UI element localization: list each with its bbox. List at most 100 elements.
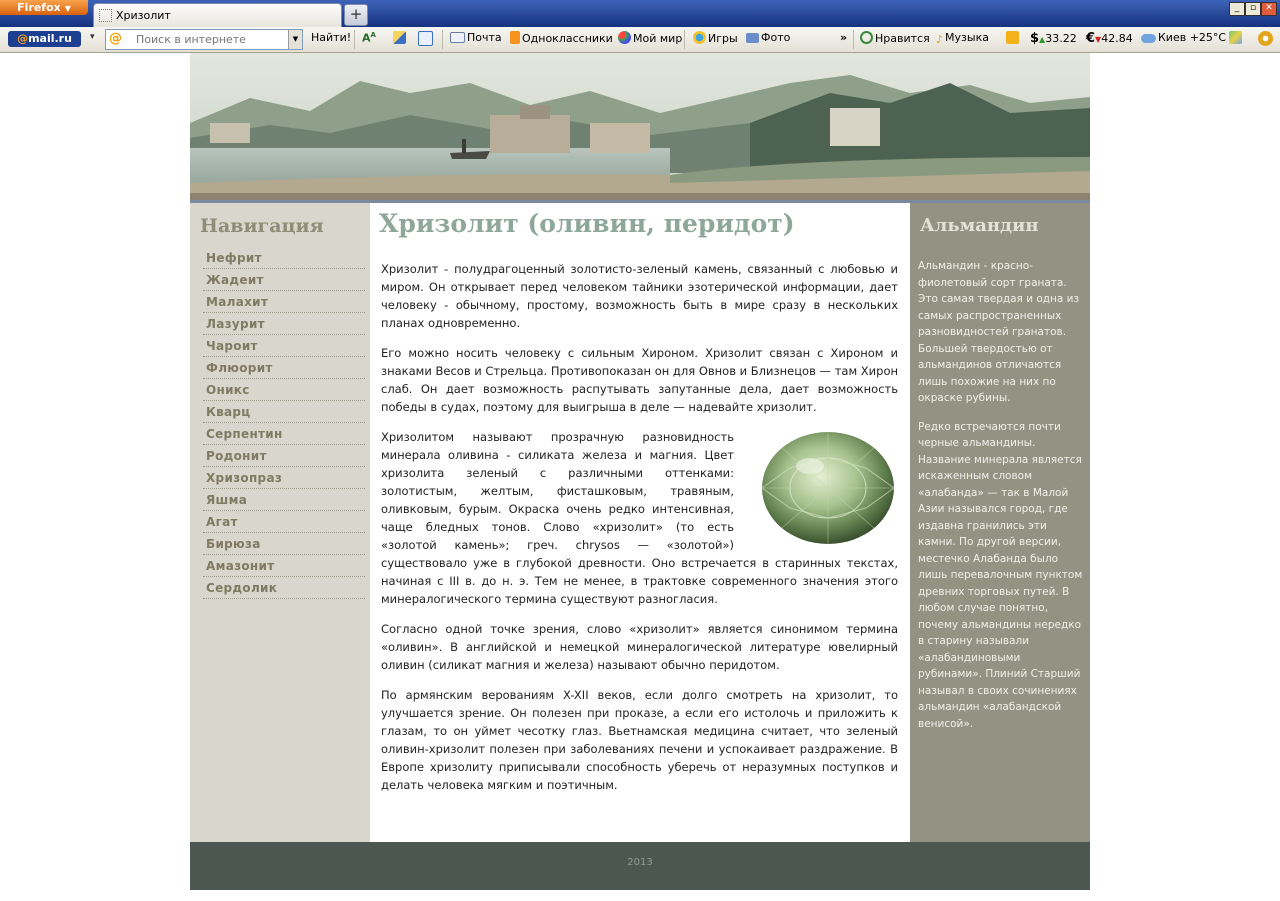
my-world-label: Мой мир <box>633 32 683 45</box>
header-banner-image <box>190 53 1090 200</box>
nav-item: Лазурит <box>203 314 365 335</box>
nav-link-rodonit[interactable]: Родонит <box>203 446 365 466</box>
toolbar-divider <box>354 30 355 49</box>
search-box: @ ▼ <box>105 29 303 50</box>
my-world-link[interactable]: Мой мир <box>618 31 682 45</box>
settings-gear-icon[interactable] <box>1258 31 1275 47</box>
highlighter-icon[interactable] <box>393 31 408 45</box>
chrysolite-gem-image <box>748 428 898 550</box>
nav-link-biryuza[interactable]: Бирюза <box>203 534 365 554</box>
firefox-menu-label: Firefox <box>17 1 61 14</box>
usd-value: 33.22 <box>1045 32 1077 45</box>
nav-title: Навигация <box>200 215 324 237</box>
nav-item: Жадеит <box>203 270 365 291</box>
new-tab-button[interactable]: + <box>344 4 368 26</box>
nav-link-malakhit[interactable]: Малахит <box>203 292 365 312</box>
article-body: Хризолит - полудрагоценный золотисто-зел… <box>381 260 898 806</box>
restore-button[interactable]: ▫ <box>1245 2 1261 16</box>
toolbar-divider <box>853 30 854 49</box>
toolbar-divider <box>684 30 685 49</box>
weather-label: Киев +25°С <box>1158 31 1227 44</box>
nav-item: Флюорит <box>203 358 365 379</box>
music-link[interactable]: ♪ Музыка <box>936 31 989 46</box>
article-paragraph: Хризолит - полудрагоценный золотисто-зел… <box>381 262 898 330</box>
minimize-button[interactable]: _ <box>1229 2 1245 16</box>
close-window-button[interactable]: ✕ <box>1261 2 1277 16</box>
like-icon <box>860 31 873 44</box>
search-input[interactable] <box>136 32 284 46</box>
nav-item: Чароит <box>203 336 365 357</box>
landscape-illustration <box>190 53 1090 200</box>
toolbar-divider <box>442 30 443 49</box>
search-dropdown-icon[interactable]: ▼ <box>288 30 302 49</box>
search-engine-icon[interactable]: @ <box>109 31 122 46</box>
envelope-icon <box>450 32 465 43</box>
nav-item: Нефрит <box>203 248 365 269</box>
nav-item: Сердолик <box>203 578 365 599</box>
main-content: Хризолит (оливин, перидот) Хризолит - по… <box>370 203 910 842</box>
aside-paragraph: Редко встречаются почти черные альмандин… <box>918 420 1083 730</box>
usd-rate[interactable]: $▲33.22 <box>1030 31 1077 46</box>
search-submit-button[interactable]: Найти! <box>311 31 351 44</box>
eur-value: 42.84 <box>1101 32 1133 45</box>
nav-list: Нефрит Жадеит Малахит Лазурит Чароит Флю… <box>203 248 365 600</box>
nav-link-amazonit[interactable]: Амазонит <box>203 556 365 576</box>
nav-link-lazurit[interactable]: Лазурит <box>203 314 365 334</box>
nav-link-khrizopraz[interactable]: Хризопраз <box>203 468 365 488</box>
mailru-toolbar: @mail.ru ▾ @ ▼ Найти! AA Почта Однокласс… <box>0 27 1280 53</box>
music-note-icon: ♪ <box>936 33 944 46</box>
page-footer: 2013 <box>190 842 1090 890</box>
logo-at: @ <box>17 32 29 45</box>
weather-widget[interactable]: Киев +25°С <box>1141 31 1226 44</box>
odnoklassniki-link[interactable]: Одноклассники <box>510 31 613 45</box>
page-icon <box>99 9 112 22</box>
music-label: Музыка <box>945 31 989 44</box>
photo-link[interactable]: Фото <box>746 31 790 44</box>
nav-item: Амазонит <box>203 556 365 577</box>
logo-text: mail.ru <box>28 32 72 45</box>
like-link[interactable]: Нравится <box>860 31 930 45</box>
euro-icon: € <box>1086 31 1096 46</box>
nav-link-oniks[interactable]: Оникс <box>203 380 365 400</box>
nav-link-flyuorit[interactable]: Флюорит <box>203 358 365 378</box>
nav-link-kvarts[interactable]: Кварц <box>203 402 365 422</box>
nav-link-serpentin[interactable]: Серпентин <box>203 424 365 444</box>
nav-item: Яшма <box>203 490 365 511</box>
nav-link-nefrit[interactable]: Нефрит <box>203 248 365 268</box>
nav-link-yashma[interactable]: Яшма <box>203 490 365 510</box>
games-link[interactable]: Игры <box>693 31 738 45</box>
games-label: Игры <box>708 32 738 45</box>
nav-item: Серпентин <box>203 424 365 445</box>
odnoklassniki-icon <box>510 31 520 44</box>
page-container: Навигация Нефрит Жадеит Малахит Лазурит … <box>190 53 1090 890</box>
notes-icon[interactable] <box>1006 31 1021 45</box>
article-paragraph: Согласно одной точке зрения, слово «хриз… <box>381 622 898 672</box>
page-title: Хризолит (оливин, перидот) <box>379 209 795 238</box>
nav-item: Агат <box>203 512 365 533</box>
mailru-logo[interactable]: @mail.ru <box>8 31 81 47</box>
browser-tab[interactable]: Хризолит <box>93 3 342 28</box>
nav-link-zhadeit[interactable]: Жадеит <box>203 270 365 290</box>
screenshot-icon[interactable] <box>418 31 435 47</box>
browser-tab-strip: Firefox ▼ Хризолит + _ ▫ ✕ <box>0 0 1280 28</box>
chevron-down-icon[interactable]: ▾ <box>90 32 95 42</box>
left-sidebar: Навигация Нефрит Жадеит Малахит Лазурит … <box>190 203 370 842</box>
aside-paragraph: Альмандин - красно-фиолетовый сорт грана… <box>918 260 1080 404</box>
nav-link-agat[interactable]: Агат <box>203 512 365 532</box>
camera-icon <box>746 33 759 43</box>
mail-link[interactable]: Почта <box>450 31 502 44</box>
firefox-menu-button[interactable]: Firefox ▼ <box>0 0 88 15</box>
eur-rate[interactable]: €▼42.84 <box>1086 31 1133 46</box>
nav-item: Оникс <box>203 380 365 401</box>
nav-item: Бирюза <box>203 534 365 555</box>
right-sidebar: Альмандин Альмандин - красно-фиолетовый … <box>910 203 1090 842</box>
map-icon[interactable] <box>1229 31 1244 45</box>
mail-label: Почта <box>467 31 502 44</box>
footer-year: 2013 <box>627 857 653 868</box>
nav-item: Малахит <box>203 292 365 313</box>
aside-body: Альмандин - красно-фиолетовый сорт грана… <box>918 258 1084 744</box>
nav-link-charoit[interactable]: Чароит <box>203 336 365 356</box>
text-size-icon[interactable]: AA <box>362 31 376 45</box>
nav-link-serdolik[interactable]: Сердолик <box>203 578 365 598</box>
more-links-button[interactable]: » <box>840 31 847 44</box>
